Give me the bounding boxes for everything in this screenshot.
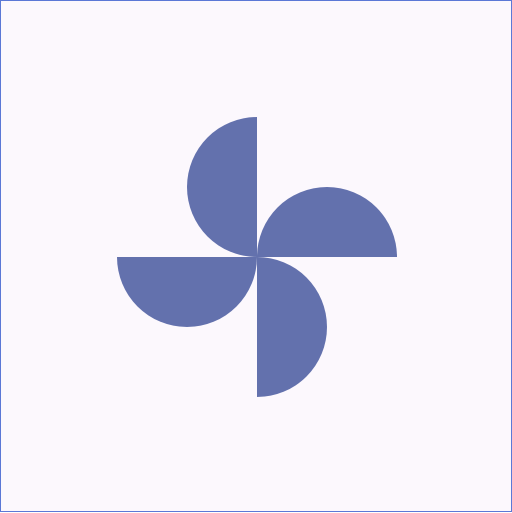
pinwheel-blade-right <box>257 187 397 257</box>
app-icon-canvas <box>0 0 512 512</box>
pinwheel-blade-top <box>187 117 257 257</box>
pinwheel-blade-left <box>117 257 257 327</box>
pinwheel-blade-bottom <box>257 257 327 397</box>
pinwheel-icon <box>117 117 397 397</box>
